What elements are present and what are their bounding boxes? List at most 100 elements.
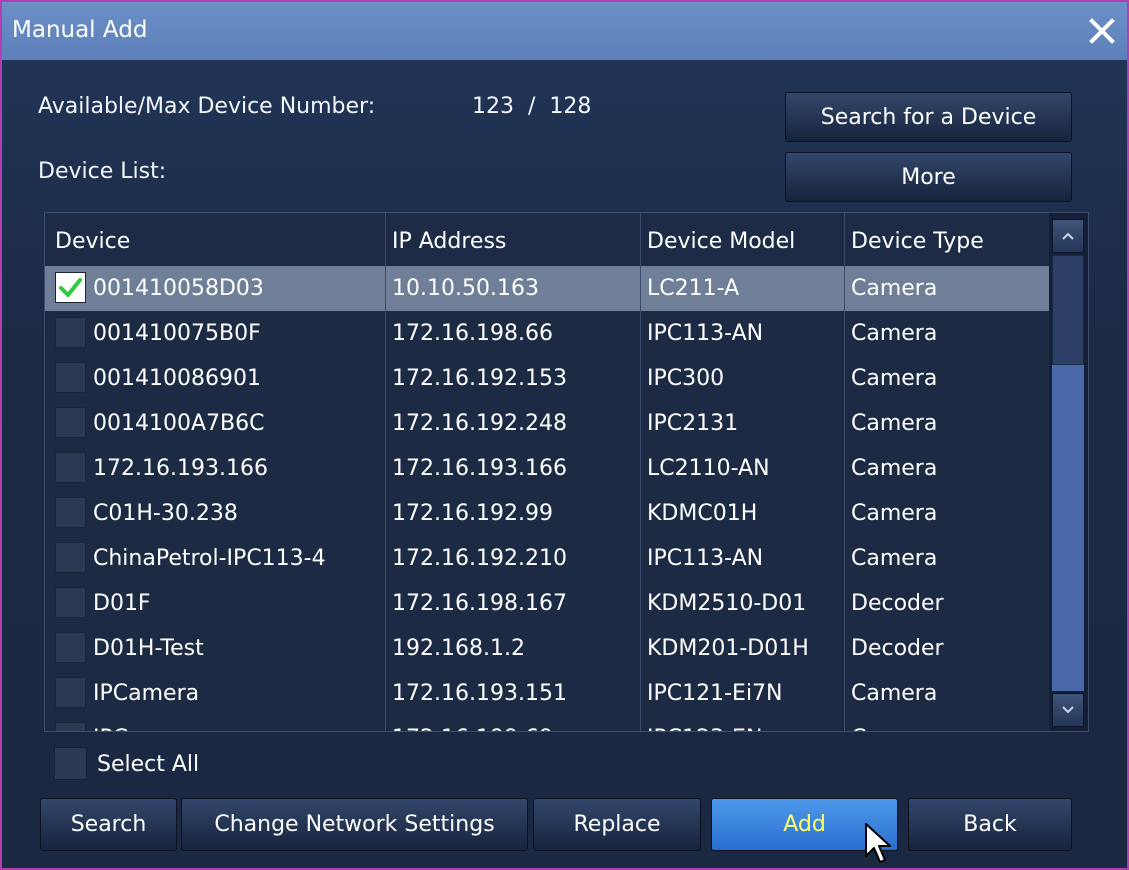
- table-header: Device IP Address Device Model Device Ty…: [45, 213, 1049, 265]
- device-name-cell: IPCamera: [93, 716, 199, 731]
- change-network-settings-button[interactable]: Change Network Settings: [181, 798, 528, 851]
- table-row[interactable]: D01H-Test 192.168.1.2 KDM201-D01H Decoder: [45, 626, 1049, 671]
- device-model-cell: IPC123-EN: [647, 716, 843, 731]
- row-checkbox[interactable]: [55, 677, 86, 708]
- table-row[interactable]: 0014100A7B6C 172.16.192.248 IPC2131 Camera: [45, 401, 1049, 446]
- column-divider: [640, 213, 641, 731]
- device-count: 123 / 128: [472, 94, 591, 119]
- device-type-cell: Camera: [851, 456, 938, 481]
- device-name-cell: C01H-30.238: [93, 501, 238, 526]
- ip-address-cell: 10.10.50.163: [392, 276, 539, 301]
- device-name-cell: 001410086901: [93, 366, 261, 391]
- row-checkbox[interactable]: [55, 272, 86, 303]
- row-checkbox[interactable]: [55, 497, 86, 528]
- scroll-thumb[interactable]: [1052, 255, 1084, 365]
- device-type-cell: Camera: [851, 276, 938, 301]
- dialog-title: Manual Add: [12, 17, 148, 43]
- device-model-cell: KDM201-D01H: [647, 636, 809, 661]
- table-row[interactable]: C01H-30.238 172.16.192.99 KDMC01H Camera: [45, 491, 1049, 536]
- device-type-cell: Camera: [851, 411, 938, 436]
- device-name-cell: 001410075B0F: [93, 321, 261, 346]
- device-model-cell: IPC121-Ei7N: [647, 681, 783, 706]
- column-header-ip-address[interactable]: IP Address: [392, 213, 506, 265]
- select-all-label: Select All: [97, 752, 200, 777]
- close-button[interactable]: [1082, 8, 1122, 54]
- ip-address-cell: 172.16.192.248: [392, 411, 567, 436]
- column-header-device-model[interactable]: Device Model: [647, 213, 795, 265]
- device-model-cell: KDMC01H: [647, 501, 758, 526]
- ip-address-cell: 172.16.192.153: [392, 366, 567, 391]
- row-checkbox[interactable]: [55, 362, 86, 393]
- table-row[interactable]: ChinaPetrol-IPC113-4 172.16.192.210 IPC113…: [45, 536, 1049, 581]
- mouse-pointer-icon: [865, 823, 891, 863]
- device-type-cell: Decoder: [851, 591, 944, 616]
- device-name-cell: 0014100A7B6C: [93, 411, 265, 436]
- available-count: 123: [472, 94, 514, 119]
- ip-address-cell: 172.16.198.167: [392, 591, 567, 616]
- device-name-cell: D01F: [93, 591, 151, 616]
- row-checkbox[interactable]: [55, 722, 86, 731]
- table-row[interactable]: 001410086901 172.16.192.153 IPC300 Camera: [45, 356, 1049, 401]
- column-divider: [844, 213, 845, 731]
- row-checkbox[interactable]: [55, 452, 86, 483]
- search-button[interactable]: Search: [40, 798, 177, 851]
- more-button[interactable]: More: [785, 152, 1072, 202]
- table-row[interactable]: D01F 172.16.198.167 KDM2510-D01 Decoder: [45, 581, 1049, 626]
- device-name-cell: D01H-Test: [93, 636, 204, 661]
- device-type-cell: Camera: [851, 321, 938, 346]
- check-icon: [59, 278, 82, 297]
- close-icon: [1089, 18, 1115, 44]
- device-model-cell: IPC113-AN: [647, 546, 764, 571]
- device-model-cell: LC211-A: [647, 276, 740, 301]
- device-model-cell: LC2110-AN: [647, 456, 770, 481]
- available-max-label: Available/Max Device Number:: [38, 94, 376, 119]
- select-all-checkbox[interactable]: [54, 747, 87, 780]
- manual-add-dialog: Manual Add Available/Max Device Number: …: [0, 0, 1129, 870]
- row-checkbox[interactable]: [55, 407, 86, 438]
- row-checkbox[interactable]: [55, 317, 86, 348]
- device-type-cell: Camera: [851, 501, 938, 526]
- device-name-cell: ChinaPetrol-IPC113-4: [93, 546, 326, 571]
- column-divider: [385, 213, 386, 731]
- max-count: 128: [549, 94, 592, 119]
- table-scrollbar[interactable]: [1049, 213, 1088, 731]
- device-type-cell: Camera: [851, 366, 938, 391]
- column-header-device-type[interactable]: Device Type: [851, 213, 984, 265]
- column-header-device[interactable]: Device: [55, 213, 130, 265]
- replace-button[interactable]: Replace: [533, 798, 701, 851]
- scroll-down-icon: [1062, 706, 1074, 714]
- device-type-cell: Decoder: [851, 636, 944, 661]
- table-row[interactable]: 001410058D03 10.10.50.163 LC211-A Camera: [45, 266, 1049, 311]
- row-checkbox[interactable]: [55, 632, 86, 663]
- ip-address-cell: 172.16.193.151: [392, 681, 567, 706]
- table-row[interactable]: 172.16.193.166 172.16.193.166 LC2110-AN Cam…: [45, 446, 1049, 491]
- device-model-cell: IPC300: [647, 366, 725, 391]
- row-checkbox[interactable]: [55, 587, 86, 618]
- search-for-device-button[interactable]: Search for a Device: [785, 92, 1072, 142]
- scroll-up-button[interactable]: [1052, 219, 1084, 253]
- table-row[interactable]: IPCamera 172.16.199.69 IPC123-EN Camera: [45, 716, 1049, 731]
- ip-address-cell: 172.16.198.66: [392, 321, 553, 346]
- device-type-cell: Camera: [851, 681, 938, 706]
- count-separator: /: [528, 94, 536, 119]
- scroll-down-button[interactable]: [1052, 693, 1084, 727]
- device-model-cell: KDM2510-D01: [647, 591, 807, 616]
- device-table: Device IP Address Device Model Device Ty…: [44, 212, 1089, 732]
- table-row[interactable]: 001410075B0F 172.16.198.66 IPC113-AN Camera: [45, 311, 1049, 356]
- device-type-cell: Camera: [851, 546, 938, 571]
- device-model-cell: IPC2131: [647, 411, 739, 436]
- title-bar: Manual Add: [2, 2, 1127, 60]
- table-row[interactable]: IPCamera 172.16.193.151 IPC121-Ei7N Camera: [45, 671, 1049, 716]
- device-name-cell: 001410058D03: [93, 276, 264, 301]
- scroll-up-icon: [1062, 232, 1074, 240]
- device-name-cell: IPCamera: [93, 681, 200, 706]
- ip-address-cell: 172.16.193.166: [392, 456, 567, 481]
- row-checkbox[interactable]: [55, 542, 86, 573]
- ip-address-cell: 192.168.1.2: [392, 636, 525, 661]
- device-name-cell: 172.16.193.166: [93, 456, 268, 481]
- ip-address-cell: 172.16.192.210: [392, 546, 567, 571]
- back-button[interactable]: Back: [908, 798, 1072, 851]
- ip-address-cell: 172.16.199.69: [392, 716, 553, 731]
- device-model-cell: IPC113-AN: [647, 321, 764, 346]
- device-type-cell: Camera: [851, 716, 937, 731]
